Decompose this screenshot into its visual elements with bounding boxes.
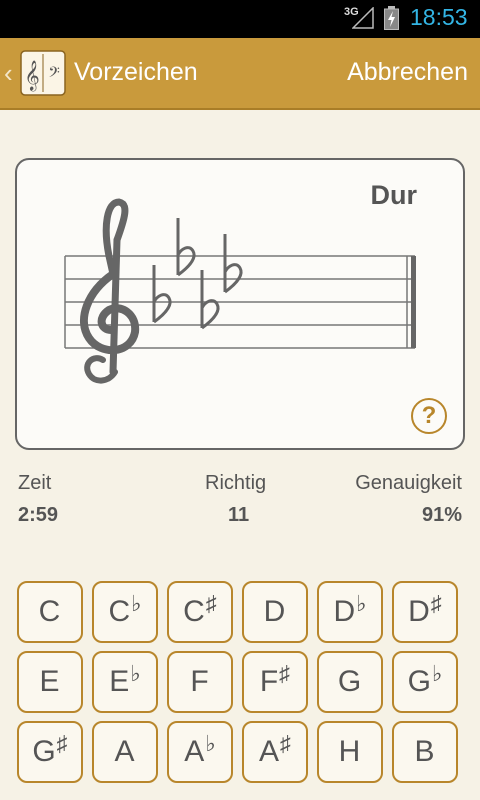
accuracy-label: Genauigkeit — [355, 472, 462, 494]
key-button-g[interactable]: G — [317, 651, 383, 713]
signal-icon — [352, 7, 374, 29]
key-button-a[interactable]: A — [92, 721, 158, 783]
svg-text:𝄞: 𝄞 — [24, 60, 39, 92]
svg-text:𝄢: 𝄢 — [48, 64, 60, 85]
final-barline — [411, 256, 416, 348]
music-staff — [64, 198, 416, 384]
key-button-b[interactable]: B — [392, 721, 458, 783]
clock: 18:53 — [410, 4, 468, 30]
flat-bb-icon — [152, 265, 172, 324]
key-button-g-sharp[interactable]: G ♯ — [17, 721, 83, 783]
correct-label: Richtig — [205, 472, 267, 494]
key-button-a-sharp[interactable]: A ♯ — [242, 721, 308, 783]
key-button-h[interactable]: H — [317, 721, 383, 783]
time-label: Zeit — [18, 472, 52, 494]
flat-eb-icon — [176, 218, 196, 277]
key-button-f[interactable]: F — [167, 651, 233, 713]
cancel-button[interactable]: Abbrechen — [347, 58, 468, 87]
key-button-f-sharp[interactable]: F ♯ — [242, 651, 308, 713]
key-button-d-sharp[interactable]: D ♯ — [392, 581, 458, 643]
flat-db-icon — [223, 234, 243, 294]
key-button-e-flat[interactable]: E ♭ — [92, 651, 158, 713]
key-button-e[interactable]: E — [17, 651, 83, 713]
app-logo-icon[interactable]: 𝄞 𝄢 — [20, 50, 66, 96]
time-value: 2:59 — [18, 504, 59, 526]
correct-value: 11 — [228, 504, 250, 526]
key-button-d[interactable]: D — [242, 581, 308, 643]
back-chevron-icon[interactable]: ‹ — [4, 58, 13, 89]
action-bar: ‹ 𝄞 𝄢 Vorzeichen Abbrechen — [0, 38, 480, 110]
staff-card: Dur ? — [15, 158, 465, 450]
key-button-g-flat[interactable]: G ♭ — [392, 651, 458, 713]
accuracy-value: 91% — [421, 504, 462, 526]
battery-charging-icon — [384, 6, 399, 30]
key-grid: C C ♭ C ♯ D D ♭ D ♯ E E ♭ F F ♯ G G ♭ G ♯ A A ♭ A… — [17, 581, 463, 783]
key-button-c-sharp[interactable]: C ♯ — [167, 581, 233, 643]
treble-clef-icon — [79, 198, 140, 384]
key-button-d-flat[interactable]: D ♭ — [317, 581, 383, 643]
page-title: Vorzeichen — [74, 58, 198, 86]
help-button[interactable]: ? — [411, 398, 447, 434]
key-button-c[interactable]: C — [17, 581, 83, 643]
key-button-a-flat[interactable]: A ♭ — [167, 721, 233, 783]
status-bar: 3G 18:53 — [0, 0, 480, 38]
key-button-c-flat[interactable]: C ♭ — [92, 581, 158, 643]
